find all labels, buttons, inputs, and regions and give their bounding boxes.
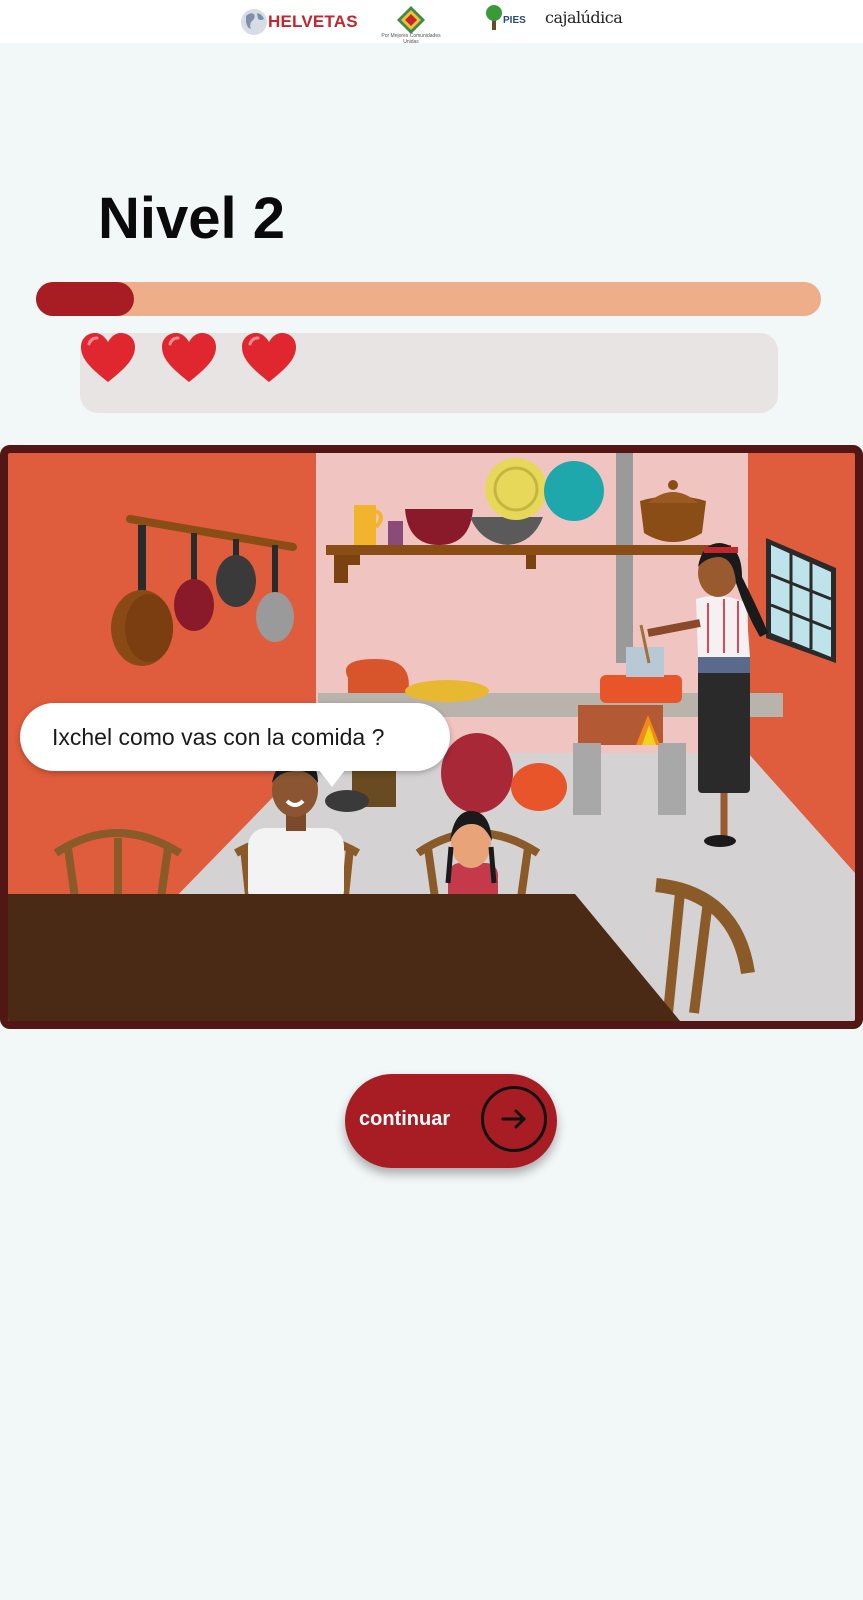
continue-button-label: continuar [359,1108,451,1130]
continue-button[interactable]: continuar [345,1074,557,1168]
helvetas-logo-text: HELVETAS [268,12,358,31]
lives-panel [80,333,778,413]
tree-icon [486,5,502,30]
caja-ludica-logo: cajalúdica [545,4,623,40]
asociacion-logo: Por Mejores Comunidades Unidas [381,4,441,45]
helvetas-logo: HELVETAS [240,4,360,40]
arrow-right-glyph [501,1109,526,1129]
heart-icon [81,333,135,382]
asociacion-emblem [397,6,425,34]
dialogue-bubble-tail [315,765,349,787]
dialogue-bubble: Ixchel como vas con la comida ? [20,703,450,787]
level-progress-fill [36,282,135,316]
heart-icon [242,333,296,382]
level-title: Nivel 2 [98,186,285,251]
pies-logo-text: PIES [503,15,526,26]
heart-icon [162,333,216,382]
caja-ludica-logo-text: cajalúdica [545,8,623,27]
asociacion-logo-text: Por Mejores Comunidades Unidas [381,33,441,45]
globe-icon [241,9,267,35]
dialogue-text: Ixchel como vas con la comida ? [52,724,385,750]
level-progress-bar [36,282,821,316]
arrow-right-icon [481,1086,547,1152]
header-logo-bar: HELVETAS Por Mejores Comunidades Unidas … [0,0,863,45]
pies-logo: PIES [485,4,530,40]
